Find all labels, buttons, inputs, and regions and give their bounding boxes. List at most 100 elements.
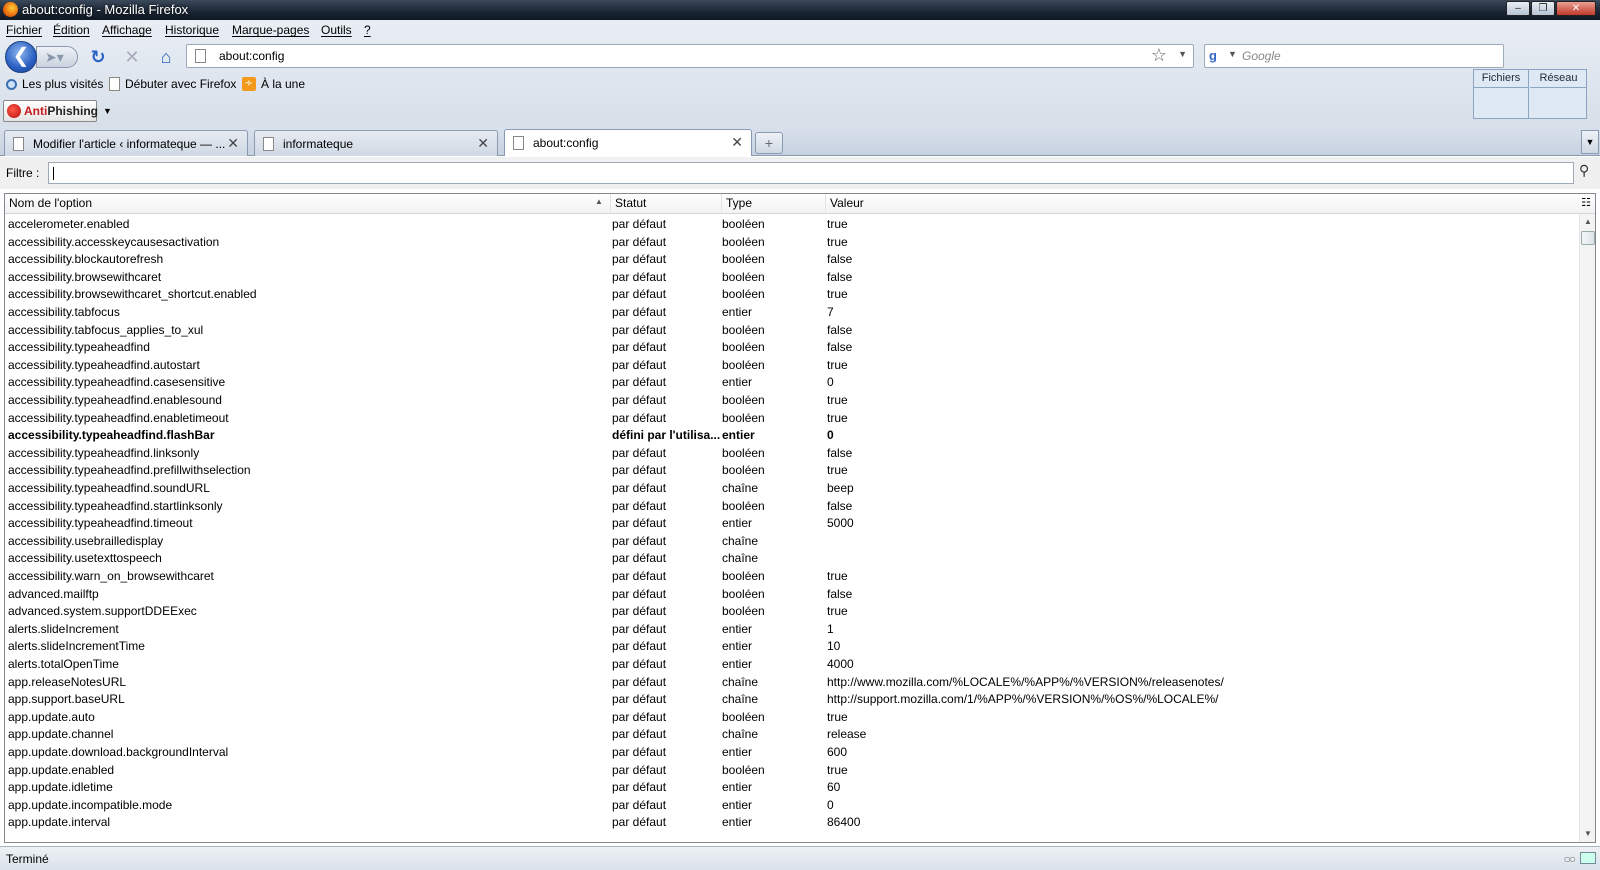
reload-icon[interactable]: ↻ (86, 45, 110, 69)
bookmark-item-most-visited[interactable]: Les plus visités (6, 77, 103, 91)
table-row[interactable]: accessibility.blockautorefresh par défaut… (5, 250, 1577, 268)
column-header-value[interactable]: Valeur (826, 194, 1579, 214)
reseau-button[interactable]: Réseau (1530, 70, 1587, 88)
pref-value: 4000 (827, 657, 854, 671)
forward-button[interactable]: ➤▾ (36, 46, 78, 68)
status-panel-icon[interactable] (1580, 852, 1596, 864)
pref-name: app.update.interval (8, 815, 111, 830)
pref-value: true (827, 234, 848, 249)
pref-type: booléen (722, 234, 765, 249)
antiphishing-label-anti: Anti (24, 104, 48, 118)
table-row[interactable]: accessibility.typeaheadfind.flashBar défi… (5, 426, 1577, 444)
filter-input[interactable] (48, 162, 1574, 184)
table-row[interactable]: app.update.download.backgroundInterval pa… (5, 743, 1577, 761)
antiphishing-dropdown-icon[interactable]: ▼ (103, 106, 112, 116)
table-row[interactable]: alerts.slideIncrement par défaut entier 1 (5, 620, 1577, 638)
scroll-thumb[interactable] (1581, 231, 1595, 245)
pref-name: accessibility.typeaheadfind.startlinkson… (8, 498, 223, 513)
pref-type: booléen (722, 287, 765, 302)
pref-status: par défaut (612, 322, 667, 337)
close-window-button[interactable]: ✕ (1556, 1, 1596, 16)
menu-marque-pages[interactable]: Marque-pages (232, 23, 309, 37)
table-row[interactable]: accessibility.typeaheadfind.autostart par… (5, 356, 1577, 374)
menu-historique[interactable]: Historique (165, 23, 219, 37)
close-tab-icon[interactable]: ✕ (227, 135, 239, 152)
table-row[interactable]: app.update.channel par défaut chaîne releas… (5, 725, 1577, 743)
table-row[interactable]: app.update.auto par défaut booléen true (5, 708, 1577, 726)
google-icon[interactable]: g (1209, 48, 1225, 64)
table-row[interactable]: accessibility.usebrailledisplay par défau… (5, 532, 1577, 550)
table-row[interactable]: accessibility.tabfocus_applies_to_xul par… (5, 321, 1577, 339)
menu-outils[interactable]: Outils (321, 23, 352, 37)
table-row[interactable]: accessibility.typeaheadfind.prefillwiths… (5, 461, 1577, 479)
maximize-button[interactable]: ❐ (1531, 1, 1555, 16)
table-row[interactable]: alerts.totalOpenTime par défaut entier 4000 (5, 655, 1577, 673)
column-picker-icon[interactable]: ☷ (1579, 196, 1593, 210)
pref-value: true (827, 410, 848, 425)
table-row[interactable]: app.update.incompatible.mode par défaut en… (5, 796, 1577, 814)
minimize-button[interactable]: – (1506, 1, 1530, 16)
tab-modifier-article[interactable]: Modifier l'article ‹ informateque — ... … (4, 130, 248, 156)
search-icon[interactable]: ⚲ (1579, 162, 1589, 179)
table-row[interactable]: accessibility.browsewithcaret_shortcut.e… (5, 285, 1577, 303)
search-engine-dropdown-icon[interactable]: ▼ (1228, 49, 1237, 59)
table-row[interactable]: accessibility.typeaheadfind.timeout par d… (5, 514, 1577, 532)
table-row[interactable]: app.update.idletime par défaut entier 60 (5, 778, 1577, 796)
table-row[interactable]: accessibility.typeaheadfind.linksonly par… (5, 444, 1577, 462)
antiphishing-button[interactable]: AntiPhishing (3, 100, 98, 122)
pref-value: 0 (827, 375, 834, 390)
table-row[interactable]: accessibility.accesskeycausesactivation p… (5, 233, 1577, 251)
pref-name: accessibility.browsewithcaret (8, 269, 162, 284)
table-row[interactable]: accessibility.typeaheadfind par défaut boo… (5, 338, 1577, 356)
search-bar[interactable]: g ▼ Google (1204, 44, 1504, 68)
table-row[interactable]: app.update.enabled par défaut booléen true (5, 761, 1577, 779)
table-row[interactable]: advanced.mailftp par défaut booléen false (5, 585, 1577, 603)
table-row[interactable]: app.support.baseURL par défaut chaîne http:… (5, 690, 1577, 708)
stop-icon[interactable]: ✕ (120, 45, 144, 69)
bookmark-item-headlines[interactable]: ∻ À la une (242, 77, 305, 91)
table-row[interactable]: accessibility.tabfocus par défaut entier 7 (5, 303, 1577, 321)
status-addon-icon[interactable]: ○○ (1564, 852, 1576, 866)
tab-about-config[interactable]: about:config ✕ (504, 129, 752, 156)
table-row[interactable]: accessibility.typeaheadfind.soundURL par … (5, 479, 1577, 497)
pref-type: booléen (722, 269, 765, 284)
url-bar[interactable]: about:config ☆ ▼ (186, 44, 1194, 68)
table-row[interactable]: accessibility.typeaheadfind.enabletimeou… (5, 409, 1577, 427)
url-dropdown-icon[interactable]: ▼ (1178, 49, 1187, 59)
table-row[interactable]: accelerometer.enabled par défaut booléen tr… (5, 215, 1577, 233)
pref-value: http://support.mozilla.com/1/%APP%/%VERS… (827, 692, 1219, 707)
table-row[interactable]: accessibility.typeaheadfind.casesensitiv… (5, 373, 1577, 391)
new-tab-button[interactable]: + (755, 132, 783, 154)
menu-fichier[interactable]: Fichier (6, 23, 42, 37)
fichiers-button[interactable]: Fichiers (1474, 70, 1529, 88)
page-icon (13, 137, 24, 151)
table-row[interactable]: accessibility.typeaheadfind.startlinkson… (5, 497, 1577, 515)
scroll-down-icon[interactable]: ▼ (1580, 826, 1595, 842)
scroll-up-icon[interactable]: ▲ (1580, 214, 1595, 230)
table-row[interactable]: alerts.slideIncrementTime par défaut entie… (5, 637, 1577, 655)
menu-edition[interactable]: Édition (53, 23, 90, 37)
menu-affichage[interactable]: Affichage (102, 23, 152, 37)
bookmark-item-getting-started[interactable]: Débuter avec Firefox (109, 77, 236, 91)
column-header-name[interactable]: Nom de l'option (5, 194, 611, 214)
table-row[interactable]: app.releaseNotesURL par défaut chaîne http:… (5, 673, 1577, 691)
bookmark-star-icon[interactable]: ☆ (1151, 45, 1167, 66)
close-tab-icon[interactable]: ✕ (731, 134, 743, 151)
column-header-status[interactable]: Statut (611, 194, 722, 214)
vertical-scrollbar[interactable]: ▲ ▼ (1579, 214, 1595, 842)
pref-status: par défaut (612, 445, 667, 460)
column-header-type[interactable]: Type (722, 194, 826, 214)
home-icon[interactable]: ⌂ (154, 45, 178, 69)
table-row[interactable]: accessibility.browsewithcaret par défaut b… (5, 268, 1577, 286)
table-row[interactable]: accessibility.usetexttospeech par défaut c… (5, 549, 1577, 567)
tab-list-button[interactable]: ▼ (1581, 130, 1599, 154)
table-row[interactable]: app.update.interval par défaut entier 86400 (5, 813, 1577, 831)
table-row[interactable]: accessibility.typeaheadfind.enablesound p… (5, 391, 1577, 409)
menu-help[interactable]: ? (364, 23, 371, 37)
tab-label: about:config (533, 136, 599, 150)
back-button[interactable]: ❮ (5, 41, 37, 73)
close-tab-icon[interactable]: ✕ (477, 135, 489, 152)
table-row[interactable]: accessibility.warn_on_browsewithcaret par… (5, 567, 1577, 585)
table-row[interactable]: advanced.system.supportDDEExec par défaut… (5, 602, 1577, 620)
tab-informateque[interactable]: informateque ✕ (254, 130, 498, 156)
